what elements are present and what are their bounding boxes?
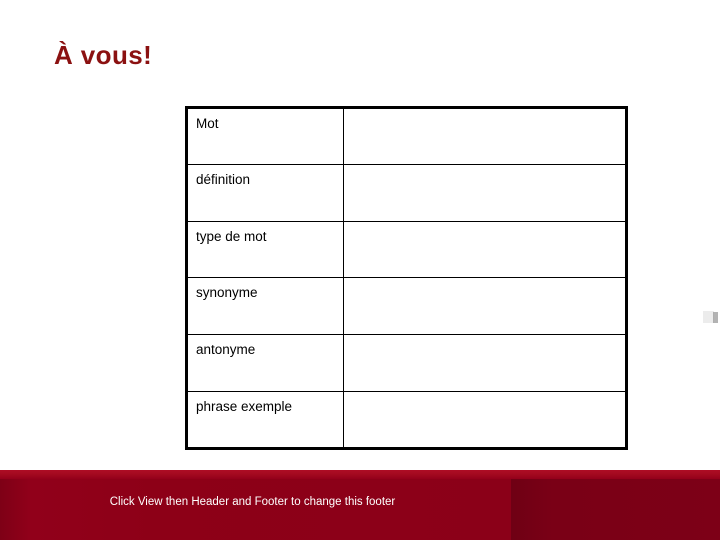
table-cell-value[interactable]: [343, 277, 627, 336]
table-cell-value[interactable]: [343, 391, 627, 449]
footer-band: Click View then Header and Footer to cha…: [0, 470, 720, 540]
vocabulary-table: Mot définition type de mot synonyme anto…: [185, 106, 628, 450]
table-cell-label[interactable]: synonyme: [186, 277, 344, 336]
table-cell-value[interactable]: [343, 107, 627, 165]
table-row: définition: [186, 163, 627, 222]
table-body: Mot définition type de mot synonyme anto…: [186, 107, 627, 449]
footer-right-panel: [511, 470, 720, 540]
table-cell-value[interactable]: [343, 220, 627, 279]
table-row: Mot: [186, 107, 627, 165]
page-title: À vous!: [54, 40, 153, 70]
table-row: phrase exemple: [186, 391, 627, 449]
table-row: type de mot: [186, 220, 627, 279]
footer-top-highlight: [0, 470, 720, 479]
slide-canvas: À vous! Mot définition type de mot synon…: [0, 0, 720, 540]
table-cell-label[interactable]: définition: [186, 163, 344, 222]
table-cell-label[interactable]: Mot: [186, 107, 344, 165]
table-row: antonyme: [186, 334, 627, 393]
table-row: synonyme: [186, 277, 627, 336]
table-cell-label[interactable]: antonyme: [186, 334, 344, 393]
table-cell-label[interactable]: phrase exemple: [186, 391, 344, 449]
footer-text[interactable]: Click View then Header and Footer to cha…: [0, 496, 505, 510]
table-cell-value[interactable]: [343, 163, 627, 222]
table-cell-label[interactable]: type de mot: [186, 220, 344, 279]
edge-artifact-mark: [713, 312, 718, 323]
table-cell-value[interactable]: [343, 334, 627, 393]
